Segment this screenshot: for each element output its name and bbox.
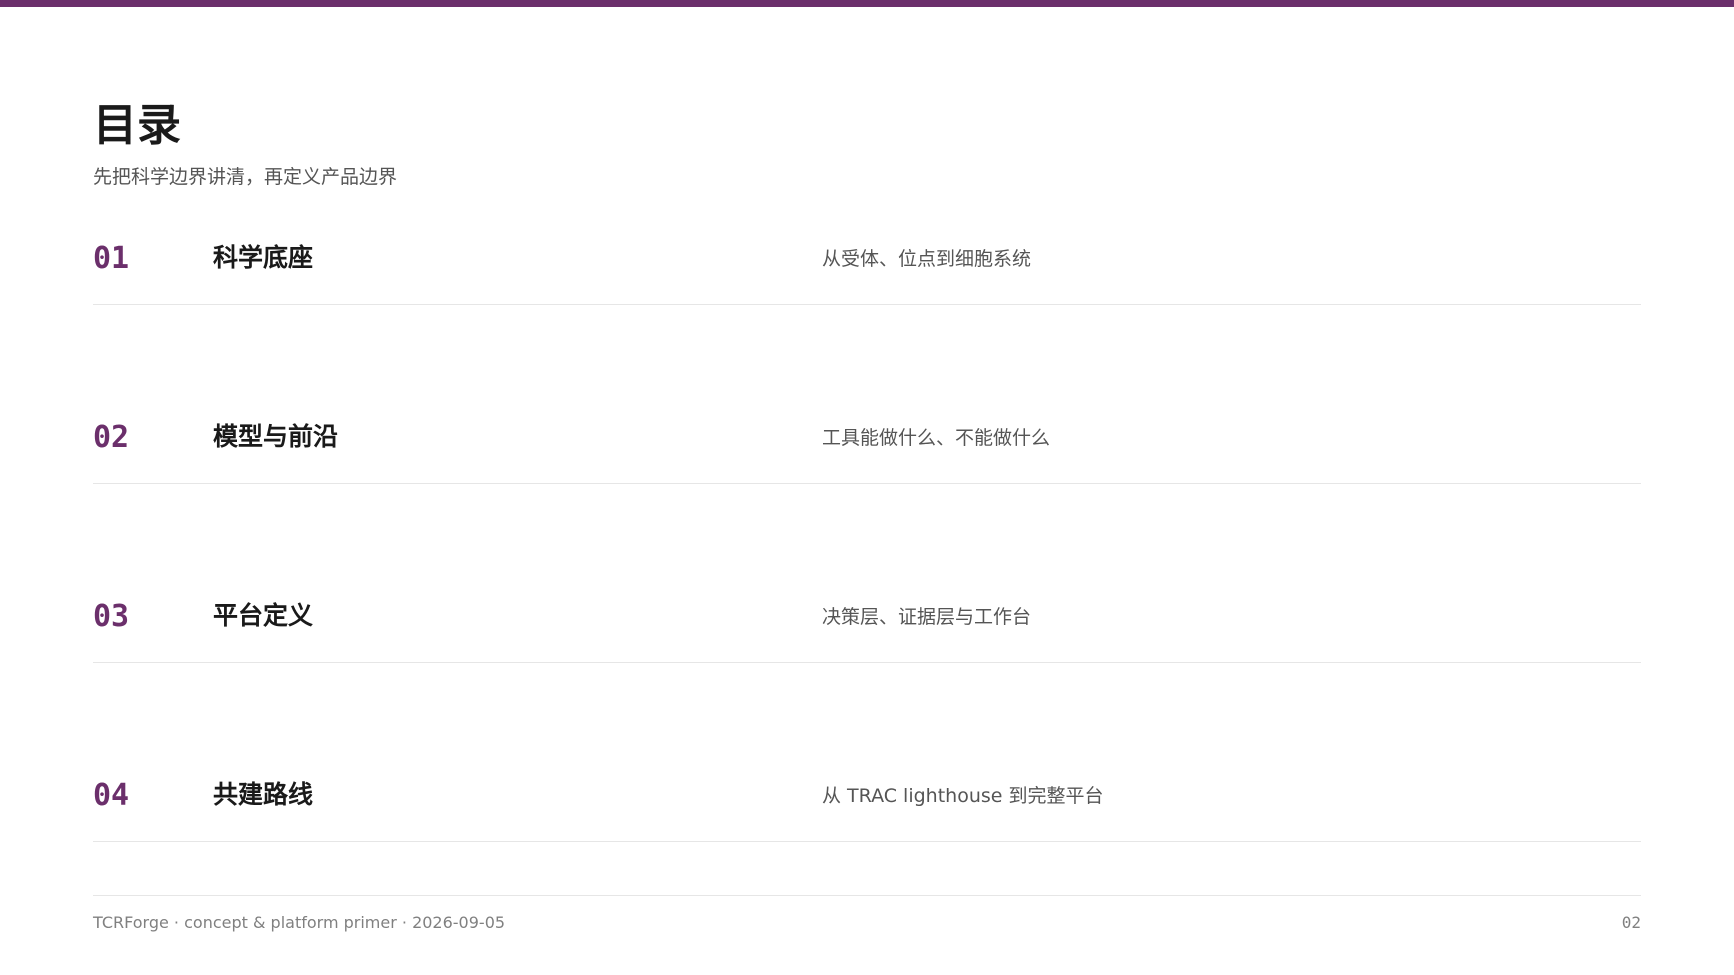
- toc-item: 03 平台定义 决策层、证据层与工作台: [93, 568, 1641, 747]
- page-title: 目录: [93, 100, 181, 151]
- divider: [93, 304, 1641, 305]
- toc-item-description: 从 TRAC lighthouse 到完整平台: [822, 785, 1104, 807]
- toc-item-heading: 平台定义: [213, 601, 314, 630]
- toc-item-number: 04: [93, 778, 130, 813]
- toc-item-number: 02: [93, 420, 130, 455]
- toc-item-description: 从受体、位点到细胞系统: [822, 248, 1032, 270]
- toc-item-heading: 模型与前沿: [213, 422, 339, 451]
- divider: [93, 483, 1641, 484]
- table-of-contents: 01 科学底座 从受体、位点到细胞系统 02 模型与前沿 工具能做什么、不能做什…: [93, 210, 1641, 926]
- footer-divider: [93, 895, 1641, 896]
- page-number: 02: [1621, 913, 1641, 932]
- toc-item-heading: 共建路线: [213, 780, 314, 809]
- divider: [93, 841, 1641, 842]
- toc-item-description: 工具能做什么、不能做什么: [822, 427, 1051, 449]
- toc-item-number: 01: [93, 241, 130, 276]
- accent-top-bar: [0, 0, 1734, 7]
- divider: [93, 662, 1641, 663]
- toc-item-heading: 科学底座: [213, 243, 314, 272]
- page-subtitle: 先把科学边界讲清，再定义产品边界: [93, 166, 398, 188]
- toc-item: 02 模型与前沿 工具能做什么、不能做什么: [93, 389, 1641, 568]
- toc-item: 01 科学底座 从受体、位点到细胞系统: [93, 210, 1641, 389]
- slide: 目录 先把科学边界讲清，再定义产品边界 01 科学底座 从受体、位点到细胞系统 …: [0, 0, 1734, 975]
- footer-meta: TCRForge · concept & platform primer · 2…: [93, 913, 506, 932]
- toc-item-number: 03: [93, 599, 130, 634]
- toc-item-description: 决策层、证据层与工作台: [822, 606, 1032, 628]
- toc-item: 04 共建路线 从 TRAC lighthouse 到完整平台: [93, 747, 1641, 926]
